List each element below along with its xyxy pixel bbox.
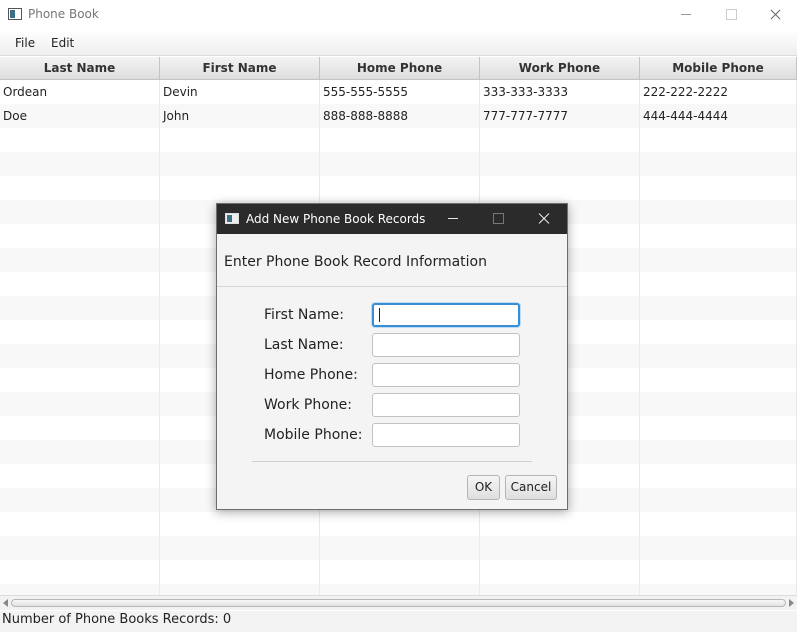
dialog-header: Enter Phone Book Record Information xyxy=(217,234,567,287)
empty-row xyxy=(0,536,797,560)
maximize-icon xyxy=(476,204,520,234)
dialog-header-text: Enter Phone Book Record Information xyxy=(224,254,487,270)
work-phone-label: Work Phone: xyxy=(264,397,352,413)
window-title: Phone Book xyxy=(28,7,99,21)
dialog-title: Add New Phone Book Records xyxy=(246,212,426,226)
empty-row xyxy=(0,176,797,200)
home-phone-label: Home Phone: xyxy=(264,367,358,383)
dialog-titlebar: Add New Phone Book Records xyxy=(217,204,567,234)
column-header-first-name[interactable]: First Name xyxy=(160,57,320,80)
ok-button[interactable]: OK xyxy=(467,475,500,500)
cell-home-phone: 888-888-8888 xyxy=(320,104,480,128)
cell-mobile-phone: 444-444-4444 xyxy=(640,104,797,128)
last-name-field[interactable] xyxy=(372,333,520,357)
window-titlebar: Phone Book xyxy=(0,0,797,30)
table-row[interactable]: Doe John 888-888-8888 777-777-7777 444-4… xyxy=(0,104,797,128)
mobile-phone-field[interactable] xyxy=(372,423,520,447)
cell-mobile-phone: 222-222-2222 xyxy=(640,80,797,104)
mobile-phone-label: Mobile Phone: xyxy=(264,427,363,443)
menu-bar: File Edit xyxy=(0,30,797,56)
minimize-icon[interactable] xyxy=(431,204,475,234)
column-header-work-phone[interactable]: Work Phone xyxy=(480,57,640,80)
close-icon[interactable] xyxy=(522,204,566,234)
cell-first-name: Devin xyxy=(160,80,320,104)
scroll-left-icon[interactable] xyxy=(3,599,8,607)
empty-row xyxy=(0,512,797,536)
app-window-icon xyxy=(225,213,239,224)
horizontal-scrollbar[interactable] xyxy=(0,595,797,610)
add-record-dialog: Add New Phone Book Records Enter Phone B… xyxy=(216,203,568,510)
table-row[interactable]: Ordean Devin 555-555-5555 333-333-3333 2… xyxy=(0,80,797,104)
app-window-icon xyxy=(8,8,22,20)
minimize-icon[interactable] xyxy=(663,0,709,30)
empty-row xyxy=(0,584,797,595)
scroll-right-icon[interactable] xyxy=(789,599,794,607)
column-header-mobile-phone[interactable]: Mobile Phone xyxy=(640,57,797,80)
dialog-separator xyxy=(252,461,532,462)
scrollbar-thumb[interactable] xyxy=(11,599,786,607)
empty-row xyxy=(0,152,797,176)
column-header-home-phone[interactable]: Home Phone xyxy=(320,57,480,80)
first-name-label: First Name: xyxy=(264,307,344,323)
maximize-icon[interactable] xyxy=(708,0,754,30)
record-count-label: Number of Phone Books Records: 0 xyxy=(2,612,232,627)
table-header: Last Name First Name Home Phone Work Pho… xyxy=(0,57,797,80)
status-bar: Number of Phone Books Records: 0 xyxy=(0,611,797,632)
home-phone-field[interactable] xyxy=(372,363,520,387)
last-name-label: Last Name: xyxy=(264,337,344,353)
empty-row xyxy=(0,560,797,584)
cell-last-name: Doe xyxy=(0,104,160,128)
work-phone-field[interactable] xyxy=(372,393,520,417)
first-name-field[interactable] xyxy=(372,303,520,327)
cancel-button[interactable]: Cancel xyxy=(505,475,557,500)
text-caret xyxy=(379,308,380,322)
empty-row xyxy=(0,128,797,152)
cell-home-phone: 555-555-5555 xyxy=(320,80,480,104)
cell-work-phone: 333-333-3333 xyxy=(480,80,640,104)
menu-edit[interactable]: Edit xyxy=(51,36,74,50)
cell-first-name: John xyxy=(160,104,320,128)
menu-file[interactable]: File xyxy=(15,36,35,50)
cell-work-phone: 777-777-7777 xyxy=(480,104,640,128)
close-icon[interactable] xyxy=(752,0,797,30)
column-header-last-name[interactable]: Last Name xyxy=(0,57,160,80)
cell-last-name: Ordean xyxy=(0,80,160,104)
